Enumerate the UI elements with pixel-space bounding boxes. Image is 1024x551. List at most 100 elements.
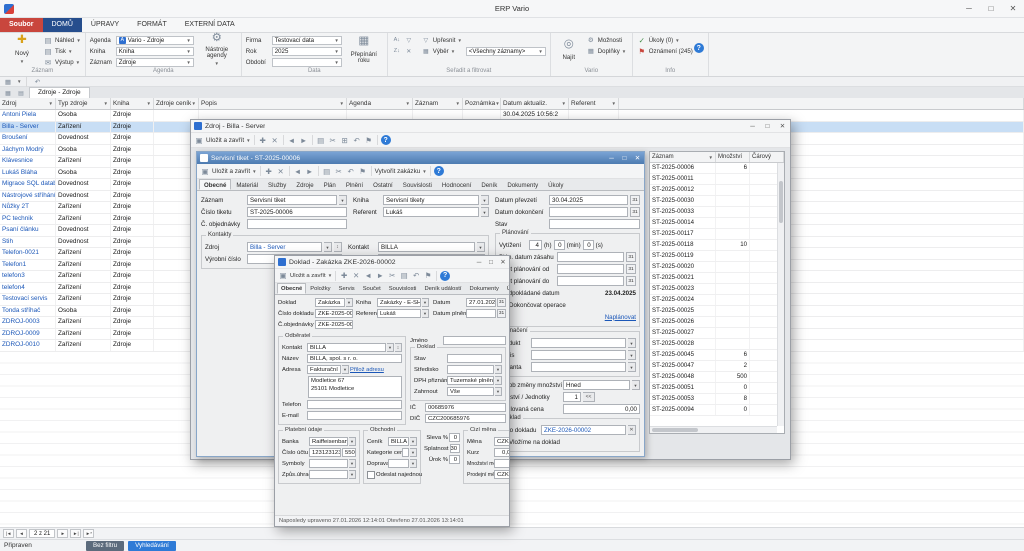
cut-icon[interactable]: ✂ (328, 135, 338, 145)
rok-select[interactable]: 2025▼ (272, 47, 342, 56)
ticket-tab[interactable]: Hodnocení (437, 179, 476, 190)
advanced-filter-button[interactable]: ▽Upřesnit▼ (421, 35, 463, 45)
next-icon[interactable]: ► (299, 135, 309, 145)
previous-icon[interactable]: ◄ (363, 271, 373, 281)
list-item[interactable]: ST-2025-00026 (650, 317, 784, 328)
bank-field[interactable]: Raiffeisenbank a.s. (309, 437, 348, 446)
year-switch-button[interactable]: ▦ Přepínání roku (345, 35, 383, 67)
sort-ascending-icon[interactable]: A↓ (392, 35, 402, 45)
doklad-tab[interactable]: Servis (335, 283, 359, 294)
calendar-icon[interactable]: 31 (626, 276, 636, 286)
zaznam-select[interactable]: Zdroje▼ (116, 58, 194, 67)
cut-icon[interactable]: ✂ (334, 166, 344, 176)
dropdown-icon[interactable]: ▼ (349, 437, 356, 446)
list-item[interactable]: ST-2025-00027 (650, 328, 784, 339)
calendar-icon[interactable]: 31 (497, 309, 506, 318)
dropdown-icon[interactable]: ▼ (422, 298, 429, 307)
dropdown-icon[interactable]: ▼ (628, 362, 636, 372)
ticket-tab[interactable]: Souvislosti (398, 179, 437, 190)
date-field[interactable]: 27.01.2026 (466, 298, 496, 307)
notifications-button[interactable]: ⚑Oznámení (245) (637, 46, 691, 56)
dropdown-icon[interactable]: ▼ (410, 437, 417, 446)
flag-icon[interactable]: ⚑ (423, 271, 433, 281)
print-icon[interactable]: ▤ (316, 135, 326, 145)
dropdown-icon[interactable]: ▼ (628, 350, 636, 360)
filter-icon[interactable]: ▽ (404, 35, 414, 45)
ticket-tab[interactable]: Ostatní (368, 179, 398, 190)
kniha-select[interactable]: Kniha▼ (116, 47, 194, 56)
dropdown-icon[interactable]: ▼ (481, 207, 489, 217)
list-column-header[interactable]: Záznam▼ (650, 152, 716, 162)
doklad-tab[interactable]: Dokumenty (466, 283, 503, 294)
undo-icon[interactable]: ↶ (346, 166, 356, 176)
help-icon[interactable]: ? (440, 271, 450, 281)
workload-seconds-field[interactable]: 0 (583, 240, 594, 250)
flag-icon[interactable]: ⚑ (358, 166, 368, 176)
ticket-tab[interactable]: Zdroje (291, 179, 318, 190)
close-icon[interactable]: ✕ (1002, 0, 1024, 17)
calculated-price-field[interactable]: 0,00 (563, 404, 640, 414)
list-item[interactable]: ST-2025-00119 (650, 251, 784, 262)
dropdown-icon[interactable]: ▼ (324, 242, 332, 252)
list-item[interactable]: ST-2025-00045 6 (650, 350, 784, 361)
dropdown-icon[interactable]: ▼ (342, 365, 349, 374)
addons-button[interactable]: ▦Doplňky▼ (586, 46, 628, 56)
cost-center-field[interactable] (447, 365, 494, 374)
previous-icon[interactable]: ◄ (287, 135, 297, 145)
quantity-change-mode-field[interactable]: Hned (563, 380, 630, 390)
find-button[interactable]: ◎ Najít (555, 35, 583, 67)
save-icon[interactable]: ▣ (278, 271, 288, 281)
spin-icon[interactable]: ↕ (334, 242, 342, 252)
collapse-icon[interactable]: << (583, 392, 595, 402)
variant-field[interactable] (531, 362, 626, 372)
minimize-icon[interactable]: ─ (745, 120, 760, 132)
ticket-tab[interactable]: Úkoly (543, 179, 568, 190)
attach-address-link[interactable]: Přilož adresu (350, 367, 384, 373)
dropdown-icon[interactable]: ▼ (481, 195, 489, 205)
close-icon[interactable]: ✕ (775, 120, 790, 132)
list-item[interactable]: ST-2025-00025 (650, 306, 784, 317)
maximize-icon[interactable]: □ (485, 256, 497, 268)
help-icon[interactable]: ? (434, 166, 444, 176)
minimize-icon[interactable]: ─ (473, 256, 485, 268)
scrollbar-thumb[interactable] (652, 428, 698, 432)
doc-tab-zdroje[interactable]: Zdroje - Zdroje (29, 87, 90, 98)
vertical-scrollbar[interactable] (777, 163, 784, 426)
new-icon[interactable]: ✚ (258, 135, 268, 145)
list-item[interactable]: ST-2025-00014 (650, 218, 784, 229)
preview-button[interactable]: ▤Náhled▼ (43, 35, 81, 45)
flag-icon[interactable]: ⚑ (364, 135, 374, 145)
spin-icon[interactable]: ↕ (395, 343, 402, 352)
ticket-tab[interactable]: Obecné (199, 179, 231, 190)
filter-status-chip[interactable]: Bez filtru (86, 541, 124, 551)
dropdown-icon[interactable]: ▼ (495, 376, 502, 385)
address-textarea[interactable]: Modletice 6725101 Modletice (308, 376, 402, 398)
form-icon[interactable]: ▤ (16, 88, 26, 98)
list-item[interactable]: ST-2025-00011 (650, 174, 784, 185)
ticket-tab[interactable]: Dokumenty (502, 179, 543, 190)
doklad-titlebar[interactable]: Doklad - Zakázka ZKE-2026-00002 ─ □ ✕ (275, 256, 509, 269)
ticket-tab[interactable]: Materiál (231, 179, 263, 190)
list-item[interactable]: ST-2025-00006 6 (650, 163, 784, 174)
refresh-icon[interactable]: ↶ (32, 77, 42, 87)
vat-id-field[interactable]: CZC200685976 (425, 414, 506, 423)
kniha-field[interactable]: Servisní tikety (383, 195, 479, 205)
print-button[interactable]: ▤Tisk▼ (43, 46, 81, 56)
pricelist-field[interactable]: BILLA (388, 437, 409, 446)
referent-field[interactable]: Lukáš (383, 207, 479, 217)
dropdown-icon[interactable]: ▼ (628, 338, 636, 348)
dropdown-icon[interactable]: ▼ (422, 309, 429, 318)
customer-name-field[interactable]: BILLA, spol. s r. o. (307, 354, 402, 363)
date-finished-field[interactable] (549, 207, 628, 217)
agenda-select[interactable]: AVario - Zdroje▼ (116, 36, 194, 45)
ribbon-tab[interactable]: EXTERNÍ DATA (176, 18, 244, 32)
state-field[interactable] (447, 354, 502, 363)
view-caret-icon[interactable]: ▼ (17, 79, 21, 84)
calendar-icon[interactable]: 31 (626, 252, 636, 262)
list-column-header[interactable]: Množství (716, 152, 750, 162)
description-field[interactable] (531, 350, 626, 360)
delete-icon[interactable]: ✕ (351, 271, 361, 281)
output-button[interactable]: ✉Výstup▼ (43, 57, 81, 67)
ribbon-tab[interactable]: ÚPRAVY (82, 18, 128, 32)
dropdown-icon[interactable]: ▼ (410, 448, 417, 457)
